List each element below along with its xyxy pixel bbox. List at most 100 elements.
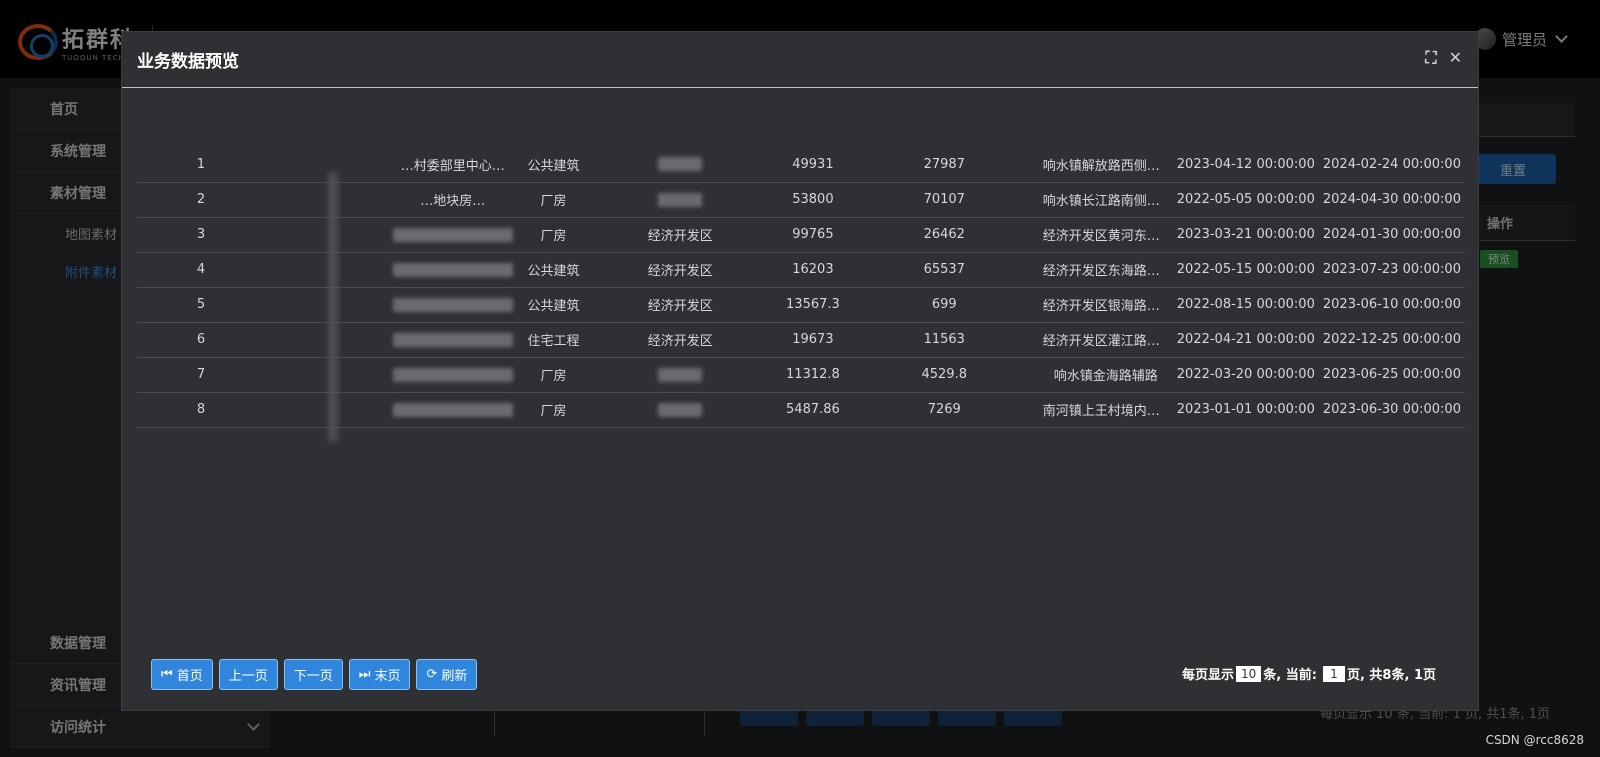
area-cell: 19673 [776, 322, 850, 358]
redacted-cell [264, 147, 383, 183]
value-cell: 699 [849, 287, 1039, 323]
value-cell: 4529.8 [849, 357, 1039, 393]
last-page-label: 末页 [374, 669, 401, 684]
project-type-cell: 厂房 [522, 357, 585, 393]
district-cell [584, 182, 777, 218]
address-cell: 响水镇长江路南侧、… [1038, 182, 1173, 218]
modal-pager: ⏮ 首页 上一页 下一页 ⏭ 末页 ⟳ 刷新 [151, 659, 478, 690]
district-cell [584, 392, 777, 428]
pager-info: 每页显示 10 条, 当前: 1 页, 共8条, 1页 [1182, 664, 1436, 683]
address-cell: 响水镇金海路辅路 [1038, 357, 1173, 393]
area-cell: 53800 [776, 182, 850, 218]
first-page-icon: ⏮ [161, 667, 173, 682]
start-date-cell: 2022-04-21 00:00:00 [1172, 322, 1319, 358]
start-date-cell: 2023-01-01 00:00:00 [1172, 392, 1319, 428]
redacted-cell [264, 287, 383, 323]
project-name-cell [382, 252, 523, 288]
project-name-cell [382, 287, 523, 323]
redacted-text [392, 297, 513, 312]
watermark: CSDN @rcc8628 [1485, 733, 1584, 747]
close-icon[interactable]: ✕ [1449, 50, 1462, 66]
redacted-text [658, 192, 703, 207]
end-date-cell: 2023-07-23 00:00:00 [1318, 252, 1465, 288]
value-cell: 7269 [849, 392, 1039, 428]
district-cell: 经济开发区 [584, 252, 777, 288]
area-cell: 5487.86 [776, 392, 850, 428]
start-date-cell: 2023-04-12 00:00:00 [1172, 147, 1319, 183]
project-type-cell: 公共建筑 [522, 147, 585, 183]
row-index: 5 [137, 287, 265, 323]
area-cell: 99765 [776, 217, 850, 253]
address-cell: 经济开发区灌江路北… [1038, 322, 1173, 358]
end-date-cell: 2024-02-24 00:00:00 [1318, 147, 1465, 183]
start-date-cell: 2022-05-05 00:00:00 [1172, 182, 1319, 218]
district-cell [584, 147, 777, 183]
address-cell: 响水镇解放路西侧、… [1038, 147, 1173, 183]
value-cell: 11563 [849, 322, 1039, 358]
value-cell: 27987 [849, 147, 1039, 183]
next-page-button[interactable]: 下一页 [283, 659, 343, 690]
preview-modal: 业务数据预览 ⛶ ✕ 1 …村委部里中心… 公共建筑 49931 27987 响水镇解放路… [121, 31, 1479, 711]
redacted-text [392, 227, 513, 242]
area-cell: 11312.8 [776, 357, 850, 393]
per-page-input[interactable]: 10 [1236, 665, 1262, 682]
modal-header: 业务数据预览 ⛶ ✕ [122, 32, 1478, 88]
end-date-cell: 2024-01-30 00:00:00 [1318, 217, 1465, 253]
end-date-cell: 2023-06-30 00:00:00 [1318, 392, 1465, 428]
project-name-cell [382, 217, 523, 253]
project-type-cell: 厂房 [522, 182, 585, 218]
area-cell: 49931 [776, 147, 850, 183]
end-date-cell: 2024-04-30 00:00:00 [1318, 182, 1465, 218]
row-index: 8 [137, 392, 265, 428]
row-index: 1 [137, 147, 265, 183]
area-cell: 13567.3 [776, 287, 850, 323]
modal-title: 业务数据预览 [137, 52, 239, 72]
row-index: 4 [137, 252, 265, 288]
project-type-cell: 公共建筑 [522, 252, 585, 288]
first-page-label: 首页 [176, 669, 203, 684]
project-name-cell [382, 322, 523, 358]
value-cell: 26462 [849, 217, 1039, 253]
address-cell: 经济开发区黄河东路… [1038, 217, 1173, 253]
redacted-cell [264, 357, 383, 393]
redacted-column [328, 172, 338, 442]
pager-summary: 页, 共8条, 1页 [1346, 668, 1436, 683]
last-page-button[interactable]: ⏭ 末页 [348, 659, 411, 690]
project-name-cell: …村委部里中心… [382, 147, 523, 183]
refresh-label: 刷新 [441, 669, 468, 684]
redacted-cell [264, 182, 383, 218]
redacted-text [658, 402, 703, 417]
district-cell: 经济开发区 [584, 322, 777, 358]
start-date-cell: 2022-05-15 00:00:00 [1172, 252, 1319, 288]
maximize-icon[interactable]: ⛶ [1425, 50, 1436, 66]
redacted-text [392, 367, 513, 382]
address-cell: 经济开发区银海路东… [1038, 287, 1173, 323]
row-index: 3 [137, 217, 265, 253]
end-date-cell: 2023-06-25 00:00:00 [1318, 357, 1465, 393]
end-date-cell: 2023-06-10 00:00:00 [1318, 287, 1465, 323]
redacted-cell [264, 217, 383, 253]
project-type-cell: 厂房 [522, 392, 585, 428]
redacted-text [392, 262, 513, 277]
project-type-cell: 厂房 [522, 217, 585, 253]
first-page-button[interactable]: ⏮ 首页 [151, 659, 213, 690]
last-page-icon: ⏭ [358, 667, 371, 682]
start-date-cell: 2022-03-20 00:00:00 [1172, 357, 1319, 393]
project-name-cell: …地块房… [382, 182, 523, 218]
prev-page-button[interactable]: 上一页 [218, 659, 278, 690]
address-cell: 南河镇上王村境内，… [1038, 392, 1173, 428]
district-cell: 经济开发区 [584, 287, 777, 323]
address-cell: 经济开发区东海路与… [1038, 252, 1173, 288]
value-cell: 70107 [849, 182, 1039, 218]
project-type-cell: 公共建筑 [522, 287, 585, 323]
project-type-cell: 住宅工程 [522, 322, 585, 358]
refresh-icon: ⟳ [426, 667, 438, 682]
project-name-cell [382, 357, 523, 393]
redacted-text [392, 332, 513, 347]
current-page-input[interactable]: 1 [1322, 665, 1345, 682]
district-cell: 经济开发区 [584, 217, 777, 253]
refresh-button[interactable]: ⟳ 刷新 [416, 659, 478, 690]
row-index: 6 [137, 322, 265, 358]
redacted-text [658, 157, 703, 172]
end-date-cell: 2022-12-25 00:00:00 [1318, 322, 1465, 358]
